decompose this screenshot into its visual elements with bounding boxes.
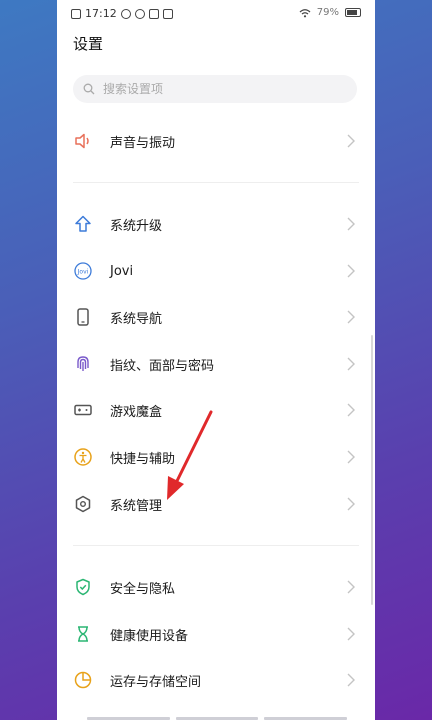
annotation-arrow bbox=[167, 410, 213, 500]
